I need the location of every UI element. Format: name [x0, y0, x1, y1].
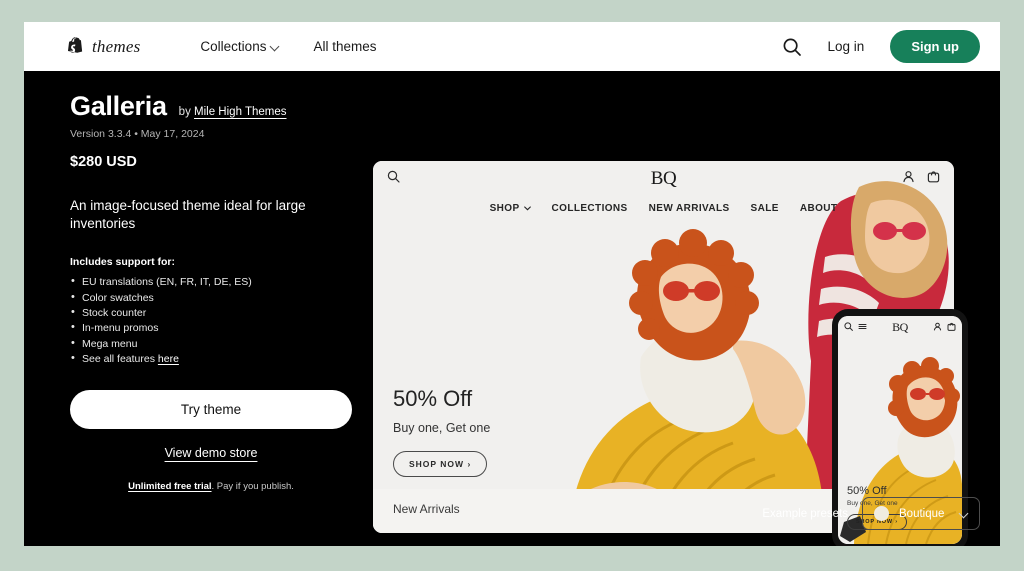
preview-nav-collections[interactable]: COLLECTIONS — [552, 203, 628, 214]
nav-item-all-themes[interactable]: All themes — [313, 39, 376, 54]
preset-color-swatch — [874, 506, 889, 521]
trial-note: Unlimited free trial. Pay if you publish… — [70, 481, 352, 492]
shopify-bag-icon — [68, 36, 85, 56]
byline-prefix: by — [178, 106, 191, 118]
trial-note-rest: . Pay if you publish. — [211, 480, 294, 492]
preview-shop-now-button[interactable]: SHOP NOW › — [393, 451, 488, 477]
theme-title-row: Galleria by Mile High Themes — [70, 91, 370, 122]
trial-note-strong[interactable]: Unlimited free trial — [128, 481, 211, 492]
preview-nav-new-arrivals[interactable]: NEW ARRIVALS — [649, 203, 730, 214]
page-title: Galleria — [70, 91, 167, 121]
shopify-themes-logo[interactable]: themes — [68, 37, 140, 57]
preset-selected-value: Boutique — [899, 507, 945, 520]
feature-list: EU translations (EN, FR, IT, DE, ES) Col… — [70, 275, 370, 366]
theme-version: Version 3.3.4 • May 17, 2024 — [70, 128, 205, 140]
list-item: Color swatches — [70, 291, 370, 305]
preview-nav-shop-label: SHOP — [489, 203, 520, 214]
mobile-cart-icon[interactable] — [947, 318, 956, 336]
list-item: EU translations (EN, FR, IT, DE, ES) — [70, 275, 370, 289]
preview-nav-shop[interactable]: SHOP — [490, 203, 531, 214]
preview-shop-now-label: SHOP NOW — [409, 459, 465, 469]
preview-hero-subheading: Buy one, Get one — [393, 421, 491, 435]
preview-hero-text: 50% Off Buy one, Get one SHOP NOW › — [393, 386, 490, 477]
preset-select[interactable]: Boutique — [862, 497, 980, 530]
theme-author-link[interactable]: Mile High Themes — [194, 106, 286, 118]
list-item-see-all: See all features here — [70, 352, 370, 366]
list-item: Mega menu — [70, 337, 370, 351]
signup-button[interactable]: Sign up — [890, 30, 980, 63]
search-icon[interactable] — [782, 37, 802, 57]
list-item: In-menu promos — [70, 321, 370, 335]
theme-detail-page: themes Collections All themes Log in Sig… — [24, 22, 1000, 546]
mobile-hero-heading: 50% Off — [847, 485, 887, 497]
theme-tagline: An image-focused theme ideal for large i… — [70, 198, 306, 232]
preview-nav-about[interactable]: ABOUT — [800, 203, 838, 214]
preview-store-logo: BQ — [650, 168, 677, 189]
preview-store-nav: SHOP COLLECTIONS NEW ARRIVALS SALE ABOUT — [373, 203, 954, 214]
try-theme-button[interactable]: Try theme — [70, 389, 352, 429]
view-demo-store-link[interactable]: View demo store — [70, 446, 352, 460]
primary-nav: Collections All themes — [200, 39, 376, 54]
theme-price: $280 USD — [70, 154, 137, 170]
preview-nav-sale[interactable]: SALE — [751, 203, 779, 214]
chevron-down-icon — [960, 510, 968, 518]
example-presets-label: Example presets — [762, 507, 848, 520]
preview-account-icon[interactable] — [902, 170, 915, 188]
theme-showcase-stage: Galleria by Mile High Themes Version 3.3… — [24, 71, 1000, 546]
supports-heading: Includes support for: — [70, 256, 175, 269]
chevron-right-icon: › — [467, 459, 472, 469]
preview-header-icons — [902, 170, 940, 188]
preview-cart-icon[interactable] — [927, 170, 940, 188]
theme-info-panel: Galleria by Mile High Themes Version 3.3… — [70, 91, 370, 492]
nav-item-all-themes-label: All themes — [313, 39, 377, 54]
nav-item-collections[interactable]: Collections — [200, 39, 279, 54]
mobile-account-icon[interactable] — [933, 318, 942, 336]
chevron-down-icon — [271, 43, 279, 51]
mobile-header-right-icons — [933, 318, 956, 336]
theme-byline: by Mile High Themes — [179, 106, 287, 118]
preview-section-title: New Arrivals — [393, 502, 460, 516]
mobile-store-header: BQ — [838, 316, 962, 338]
nav-item-collections-label: Collections — [200, 39, 267, 54]
chevron-down-icon — [523, 206, 531, 211]
login-link[interactable]: Log in — [828, 39, 865, 54]
header-actions: Log in Sign up — [782, 30, 980, 63]
preview-hero-heading: 50% Off — [393, 386, 473, 411]
preview-store-header: BQ — [373, 161, 954, 197]
brand-word: themes — [92, 36, 141, 56]
list-item: Stock counter — [70, 306, 370, 320]
see-all-text: See all features — [82, 352, 155, 365]
see-all-features-link[interactable]: here — [158, 353, 179, 365]
site-header: themes Collections All themes Log in Sig… — [24, 22, 1000, 71]
example-presets-bar: Example presets Boutique — [762, 497, 980, 530]
